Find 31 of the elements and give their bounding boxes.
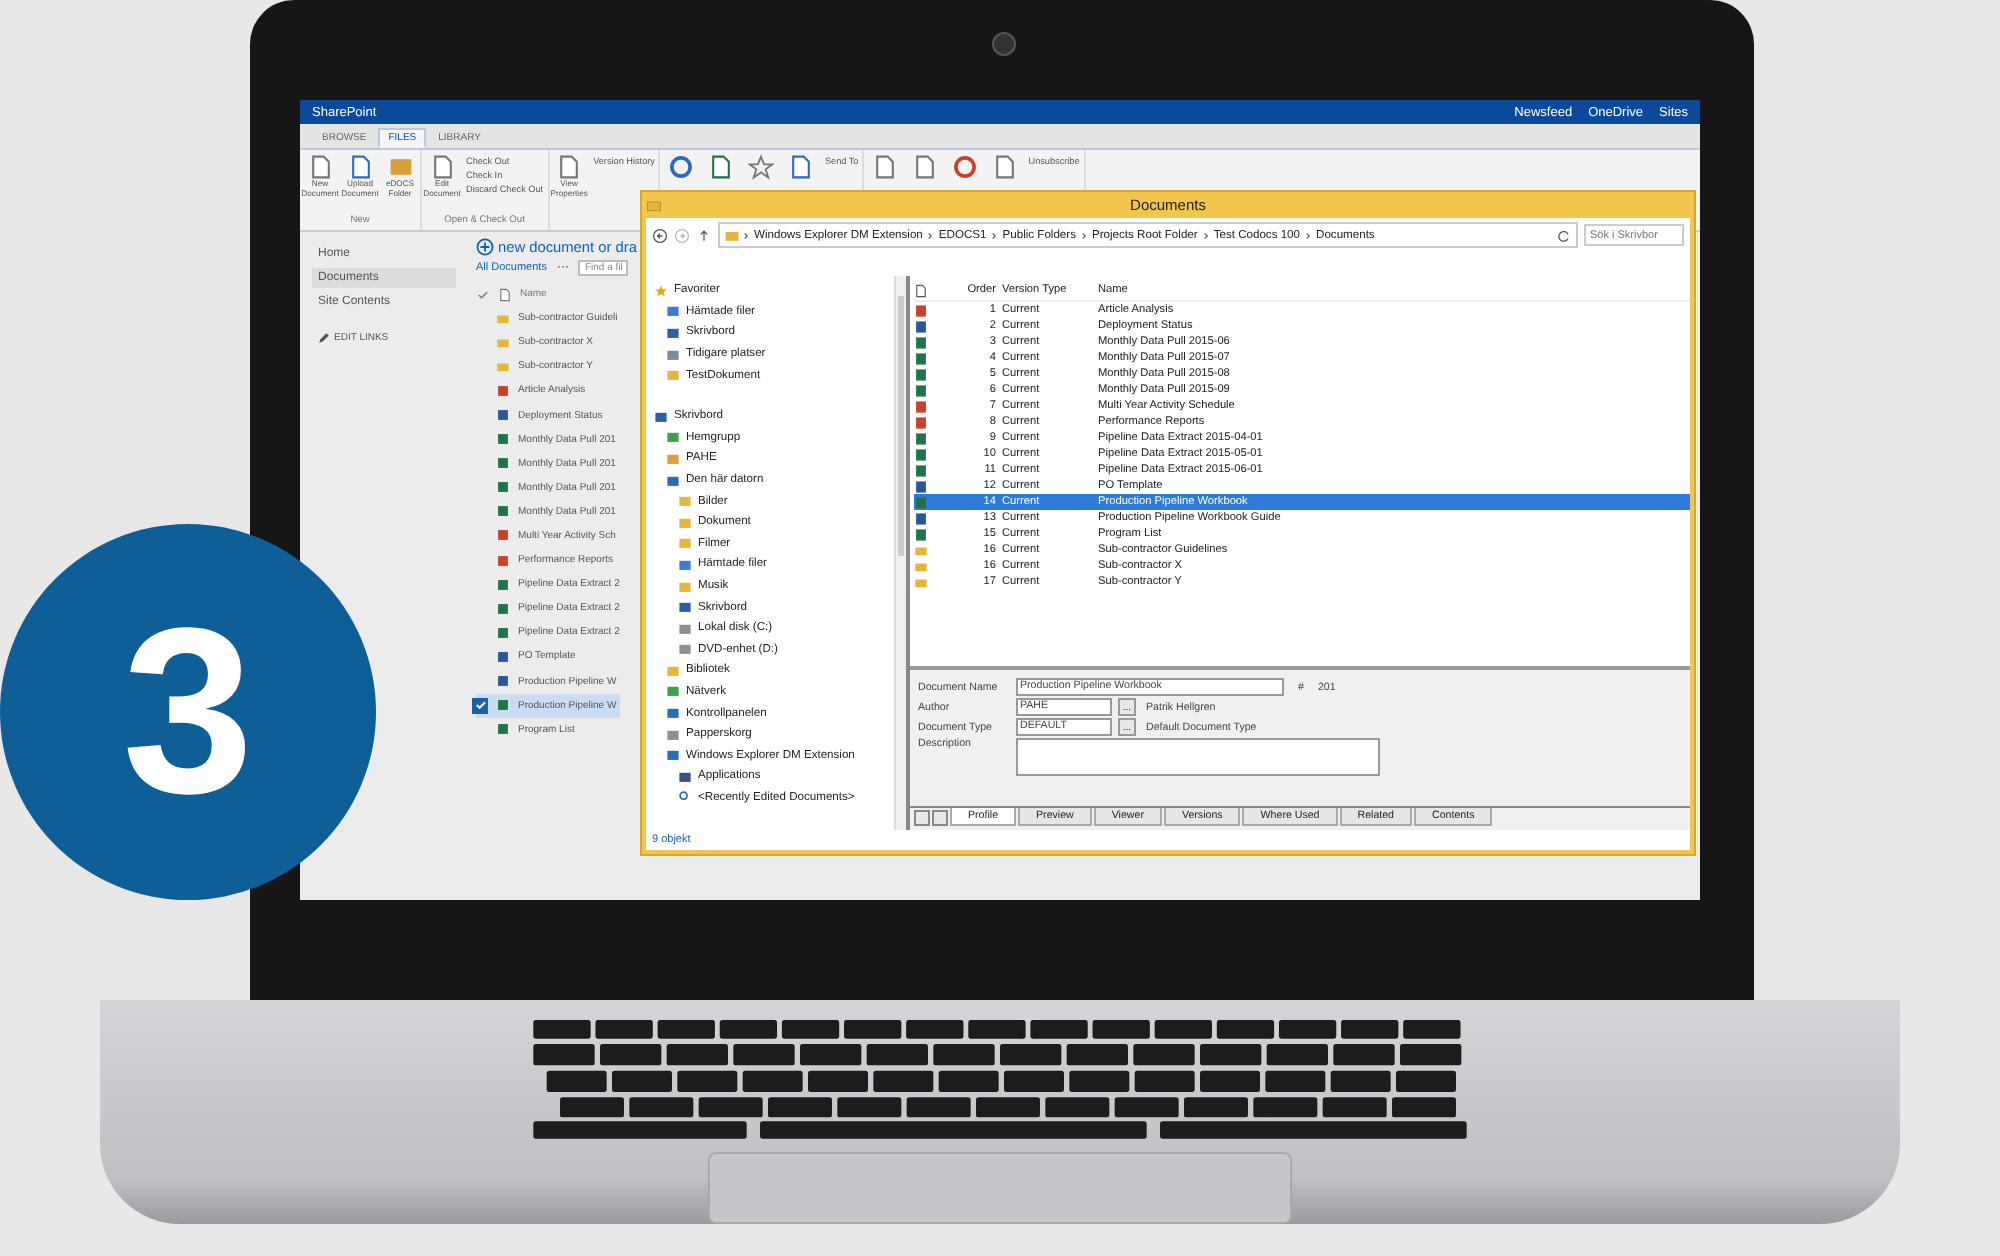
star-icon <box>654 283 668 298</box>
chevron-icon <box>990 227 999 243</box>
page-icon <box>871 154 898 180</box>
file-icon <box>498 287 512 302</box>
document-icon <box>991 154 1018 180</box>
document-icon <box>307 154 333 180</box>
camera-icon <box>992 32 1016 56</box>
chevron-icon <box>926 227 935 243</box>
page-icon <box>911 154 938 180</box>
chevron-icon <box>1201 227 1210 243</box>
scrollbar[interactable] <box>894 276 906 830</box>
checkmark-icon <box>476 287 490 302</box>
trackpad[interactable] <box>708 1152 1292 1224</box>
plus-icon <box>476 238 494 256</box>
sync-icon <box>667 154 694 180</box>
checkmark-icon <box>473 698 487 713</box>
spreadsheet-icon <box>707 154 734 180</box>
chevron-icon <box>742 227 750 243</box>
chevron-icon <box>1079 227 1088 243</box>
pencil-icon <box>318 332 330 344</box>
star-icon <box>747 154 774 180</box>
folder-icon <box>387 154 413 180</box>
back-icon[interactable] <box>652 227 668 243</box>
step-badge: 3 <box>0 524 376 900</box>
refresh-icon[interactable] <box>1556 227 1572 243</box>
folder-icon <box>724 227 740 243</box>
chevron-icon <box>1304 227 1313 243</box>
description-field[interactable] <box>1016 738 1380 776</box>
up-arrow-icon[interactable] <box>696 227 712 243</box>
search-icon <box>678 790 692 805</box>
folder-icon <box>646 197 662 213</box>
